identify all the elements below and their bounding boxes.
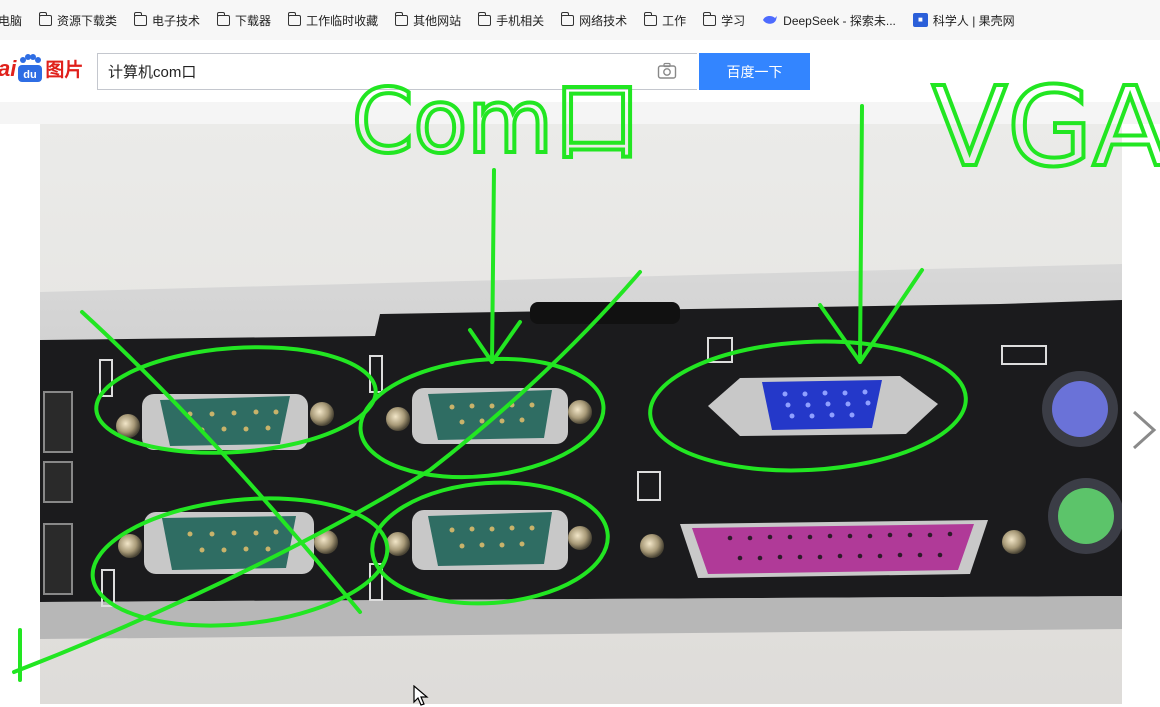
bookmark-item[interactable]: 学习 xyxy=(702,11,746,29)
folder-icon xyxy=(133,11,148,26)
bookmark-item[interactable]: 其他网站 xyxy=(394,11,462,29)
deepseek-icon xyxy=(763,15,778,24)
com-port-2 xyxy=(386,388,592,444)
logo-suffix: du xyxy=(24,69,37,81)
folder-icon xyxy=(38,11,53,26)
parallel-port xyxy=(640,520,1026,578)
bookmark-label: 网络技术 xyxy=(579,13,628,28)
bookmark-label: 学习 xyxy=(721,13,746,28)
com-port-1 xyxy=(116,394,334,450)
baidu-paw-icon: du xyxy=(18,54,43,82)
bookmark-item[interactable]: 网络技术 xyxy=(560,11,628,29)
folder-icon xyxy=(394,11,409,26)
baidu-image-logo[interactable]: ai du 图片 xyxy=(0,54,83,82)
bookmarks-bar: 电脑 资源下载类 电子技术 下载器 工作临时收藏 其他网站 手机相关 网络技术 工作 学习 Deep… xyxy=(0,0,1160,40)
port-panel-photo[interactable] xyxy=(40,124,1122,704)
folder-icon xyxy=(702,11,717,26)
bookmark-label: 其他网站 xyxy=(413,13,462,28)
com-port-3 xyxy=(118,512,338,574)
com-port-4 xyxy=(386,510,592,570)
folder-icon xyxy=(477,11,492,26)
bookmark-item[interactable]: 资源下载类 xyxy=(38,11,118,29)
folder-icon xyxy=(643,11,658,26)
guokr-icon: ■ xyxy=(912,13,928,27)
bookmark-label: 工作 xyxy=(662,13,687,28)
search-header: ai du 图片 百度一下 xyxy=(0,40,1160,102)
next-image-arrow-icon[interactable] xyxy=(1128,400,1160,460)
bookmark-item[interactable]: 电子技术 xyxy=(133,11,201,29)
bookmark-label: 下载器 xyxy=(235,13,272,28)
camera-search-icon[interactable] xyxy=(657,62,677,80)
search-input[interactable] xyxy=(97,53,697,90)
bookmark-item[interactable]: 下载器 xyxy=(216,11,272,29)
logo-product: 图片 xyxy=(45,60,84,81)
bookmark-item[interactable]: 工作临时收藏 xyxy=(287,11,379,29)
bookmark-item[interactable]: ■ 科学人 | 果壳网 xyxy=(912,12,1015,29)
header-divider xyxy=(0,102,1160,124)
search-button[interactable]: 百度一下 xyxy=(699,53,810,90)
folder-icon xyxy=(560,11,575,26)
bookmark-label: 科学人 | 果壳网 xyxy=(932,13,1015,28)
vga-port xyxy=(708,376,938,436)
bookmark-label: 电脑 xyxy=(0,13,23,28)
bookmark-label: 资源下载类 xyxy=(57,13,118,28)
bookmark-label: 电子技术 xyxy=(152,13,201,28)
bookmark-item[interactable]: 手机相关 xyxy=(477,11,545,29)
bookmark-label: DeepSeek - 探索未... xyxy=(783,13,896,28)
bookmark-label: 工作临时收藏 xyxy=(306,13,379,28)
bookmark-item[interactable]: DeepSeek - 探索未... xyxy=(762,12,896,29)
bookmark-item[interactable]: 电脑 xyxy=(0,12,22,29)
folder-icon xyxy=(287,11,302,26)
folder-icon xyxy=(216,11,231,26)
bookmark-label: 手机相关 xyxy=(496,13,545,28)
bookmark-item[interactable]: 工作 xyxy=(643,11,687,29)
logo-prefix: ai xyxy=(0,56,17,81)
